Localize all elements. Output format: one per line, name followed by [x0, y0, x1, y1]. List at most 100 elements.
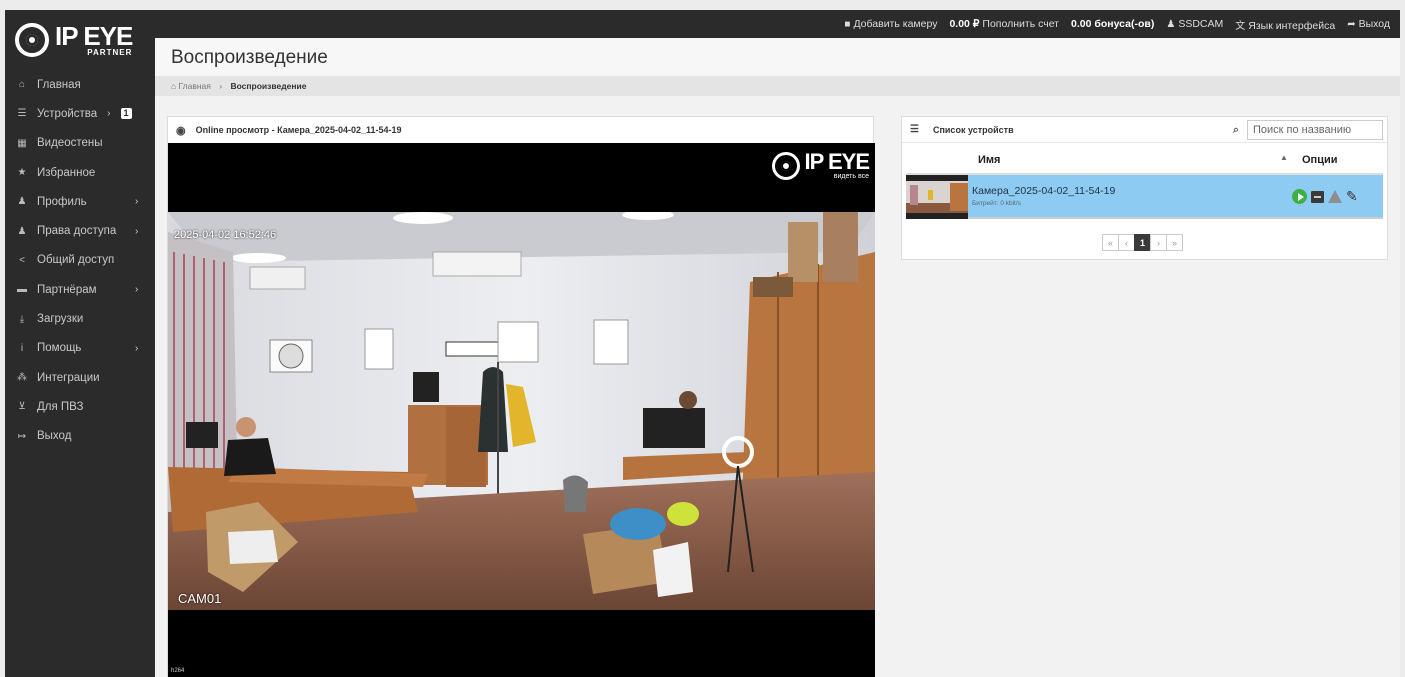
download-icon: ⤓	[19, 313, 25, 325]
sidebar-item-label: Избранное	[37, 166, 96, 179]
pagination-first[interactable]: «	[1102, 234, 1119, 251]
chevron-right-icon: ›	[135, 196, 139, 208]
eye-logo-icon	[15, 23, 49, 57]
pagination-last[interactable]: »	[1166, 234, 1183, 251]
device-name[interactable]: Камера_2025-04-02_11-54-19	[972, 185, 1115, 197]
page-title: Воспроизведение	[155, 38, 1400, 76]
brand-logo[interactable]: IP EYE PARTNER	[5, 10, 155, 70]
archive-icon[interactable]	[1311, 190, 1324, 203]
sidebar-item-label: Выход	[37, 430, 72, 443]
devices-count-badge: 1	[120, 108, 132, 120]
sidebar-item-label: Загрузки	[37, 313, 84, 326]
sidebar-item-label: Права доступа	[37, 225, 117, 238]
pagination-page-1[interactable]: 1	[1134, 234, 1151, 251]
breadcrumb-home-icon: ⌂	[171, 81, 177, 91]
sidebar-item-label: Профиль	[37, 195, 87, 208]
logout-link[interactable]: ➦ Выход	[1347, 18, 1390, 30]
info-icon: i	[20, 342, 24, 354]
breadcrumb-current: Воспроизведение	[230, 81, 307, 91]
watermark-name: IP EYE	[804, 149, 870, 174]
app-window: IP EYE PARTNER ⌂ Главная ☰ Устройства › …	[5, 10, 1400, 677]
record-circle-icon: ◉	[176, 124, 186, 137]
pencil-icon[interactable]: ✎	[1346, 188, 1358, 205]
search-input[interactable]	[1247, 120, 1383, 140]
column-name[interactable]: Имя	[978, 154, 1000, 166]
sidebar-item-sharing[interactable]: < Общий доступ	[5, 246, 155, 275]
language-icon: 文	[1235, 20, 1246, 32]
sidebar-item-videowalls[interactable]: ▦ Видеостены	[5, 129, 155, 158]
sidebar-item-favorites[interactable]: ★ Избранное	[5, 158, 155, 187]
topup-link[interactable]: 0.00 ₽ Пополнить счет	[949, 18, 1059, 30]
sign-out-icon: ↦	[17, 430, 27, 442]
watermark-tagline: видеть все	[833, 173, 869, 180]
video-watermark-logo: IP EYE видеть все	[772, 149, 870, 180]
video-viewport[interactable]: IP EYE видеть все 2025-04-02 16:52:46 CA…	[168, 143, 875, 677]
brand-name: IP EYE	[55, 21, 133, 51]
sidebar-item-label: Интеграции	[37, 371, 100, 384]
device-list-header: ☰ Список устройств ⌕	[902, 117, 1387, 143]
video-timestamp: 2025-04-02 16:52:46	[174, 229, 277, 241]
share-icon: <	[19, 254, 25, 266]
search-box: ⌕	[1233, 120, 1383, 140]
main-content: Воспроизведение ⌂ Главная › Воспроизведе…	[155, 38, 1400, 677]
eye-logo-icon	[772, 151, 801, 180]
sidebar-item-downloads[interactable]: ⤓ Загрузки	[5, 304, 155, 333]
star-icon: ★	[17, 167, 27, 179]
search-icon: ⌕	[1232, 123, 1239, 136]
device-list-panel: ☰ Список устройств ⌕ Имя ▲ Опции	[901, 116, 1388, 260]
sidebar-item-help[interactable]: i Помощь ›	[5, 334, 155, 363]
sidebar-item-pickup-points[interactable]: ⊻ Для ПВЗ	[5, 392, 155, 421]
sidebar-item-devices[interactable]: ☰ Устройства › 1	[5, 99, 155, 128]
list-icon: ☰	[17, 108, 27, 120]
row-options: ✎	[1292, 188, 1362, 205]
user-icon: ♟	[1166, 19, 1176, 30]
camera-frame-image	[168, 212, 875, 610]
sidebar-item-integrations[interactable]: ⁂ Интеграции	[5, 363, 155, 392]
chevron-right-icon: ›	[135, 342, 139, 354]
sidebar-item-label: Общий доступ	[37, 254, 115, 267]
player-title: Online просмотр - Камера_2025-04-02_11-5…	[195, 125, 402, 135]
bonus-value: 0.00 бонуса(-ов)	[1071, 18, 1155, 30]
sitemap-icon: ⁂	[17, 372, 27, 384]
sidebar-item-label: Для ПВЗ	[37, 400, 84, 413]
sidebar-item-profile[interactable]: ♟ Профиль ›	[5, 187, 155, 216]
user-icon: ♟	[17, 196, 27, 208]
sidebar-item-label: Партнёрам	[37, 283, 97, 296]
table-row[interactable]: Камера_2025-04-02_11-54-19 Битрейт: 0 kb…	[906, 175, 1383, 219]
add-camera-link[interactable]: ■ Добавить камеру	[844, 18, 937, 30]
breadcrumb-home[interactable]: Главная	[179, 81, 211, 91]
sidebar-item-label: Главная	[37, 78, 81, 91]
cart-icon: ⊻	[18, 401, 26, 413]
users-icon: ♟	[17, 225, 27, 237]
briefcase-icon: ▬	[17, 284, 27, 296]
sidebar-item-home[interactable]: ⌂ Главная	[5, 70, 155, 99]
sidebar-item-label: Видеостены	[37, 137, 103, 150]
player-panel: ◉ Online просмотр - Камера_2025-04-02_11…	[167, 116, 875, 677]
chevron-right-icon: ›	[135, 284, 139, 296]
sidebar-item-access-rights[interactable]: ♟ Права доступа ›	[5, 216, 155, 245]
sort-asc-icon[interactable]: ▲	[1280, 153, 1288, 162]
chevron-right-icon: ›	[107, 108, 111, 120]
sidebar-nav: ⌂ Главная ☰ Устройства › 1 ▦ Видеостены …	[5, 70, 155, 451]
language-menu[interactable]: 文 Язык интерфейса	[1235, 17, 1335, 32]
sidebar-item-logout[interactable]: ↦ Выход	[5, 422, 155, 451]
pagination-next[interactable]: ›	[1150, 234, 1167, 251]
sidebar-item-label: Помощь	[37, 342, 82, 355]
breadcrumb-separator: ›	[219, 81, 223, 91]
sidebar: IP EYE PARTNER ⌂ Главная ☰ Устройства › …	[5, 10, 155, 677]
codec-label: h264	[171, 668, 185, 674]
user-menu[interactable]: ♟ SSDCAM	[1166, 18, 1223, 30]
grid-icon: ▦	[17, 137, 27, 149]
chevron-right-icon: ›	[135, 225, 139, 237]
share-arrow-icon: ➦	[1347, 19, 1356, 30]
play-icon[interactable]	[1292, 189, 1307, 204]
pagination: « ‹ 1 › »	[1102, 234, 1183, 251]
pagination-prev[interactable]: ‹	[1118, 234, 1135, 251]
warning-icon[interactable]	[1328, 190, 1342, 203]
video-camera-icon: ■	[844, 19, 851, 30]
column-options: Опции	[1302, 154, 1338, 166]
list-icon: ☰	[910, 124, 919, 135]
sidebar-item-label: Устройства	[37, 107, 98, 120]
balance-value: 0.00 ₽	[949, 18, 980, 30]
sidebar-item-partners[interactable]: ▬ Партнёрам ›	[5, 275, 155, 304]
